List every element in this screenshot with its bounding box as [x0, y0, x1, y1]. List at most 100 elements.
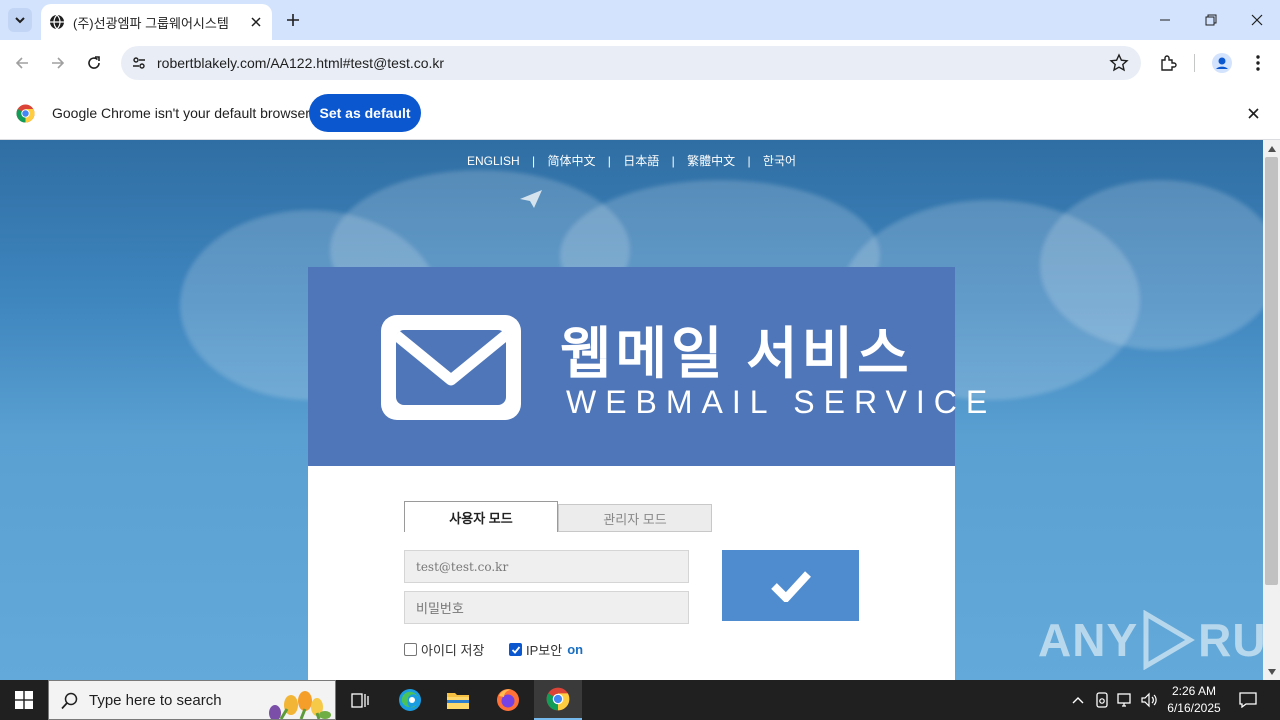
scrollbar-thumb[interactable]: [1265, 157, 1278, 585]
reload-button[interactable]: [80, 49, 108, 77]
chevron-down-icon: [15, 17, 25, 24]
taskbar-search-box[interactable]: Type here to search: [48, 680, 336, 720]
restore-button[interactable]: [1188, 0, 1234, 40]
infobar-message: Google Chrome isn't your default browser: [52, 105, 310, 121]
forward-button[interactable]: [44, 49, 72, 77]
task-view-icon: [351, 693, 369, 708]
minimize-button[interactable]: [1142, 0, 1188, 40]
brand-title-korean: 웹메일 서비스: [560, 322, 913, 385]
taskbar-file-explorer[interactable]: [434, 680, 482, 720]
checkmark-icon: [770, 570, 811, 602]
watermark-text-left: ANY: [1038, 614, 1139, 666]
lang-english[interactable]: ENGLISH: [467, 154, 520, 168]
windows-logo-icon: [15, 691, 33, 709]
tray-device-icon[interactable]: [1092, 690, 1112, 710]
new-tab-button[interactable]: [281, 8, 305, 32]
lang-separator: |: [607, 154, 611, 168]
reload-icon: [88, 56, 100, 69]
notification-icon: [1239, 692, 1257, 708]
ip-security-state[interactable]: on: [567, 642, 583, 657]
folder-icon: [447, 693, 469, 709]
paper-plane-icon: [520, 190, 542, 208]
url-text: robertblakely.com/AA122.html#test@test.c…: [157, 55, 445, 71]
scroll-down-arrow[interactable]: [1263, 663, 1280, 680]
close-icon: [1251, 14, 1263, 26]
default-browser-infobar: Google Chrome isn't your default browser…: [0, 86, 1280, 140]
system-clock[interactable]: 2:26 AM 6/16/2025: [1158, 683, 1230, 717]
tab-admin-mode[interactable]: 관리자 모드: [558, 504, 712, 532]
puzzle-icon: [1161, 55, 1177, 71]
plus-icon: [287, 14, 299, 26]
arrow-left-icon: [15, 57, 28, 69]
start-button[interactable]: [0, 680, 48, 720]
clock-time: 2:26 AM: [1171, 684, 1217, 698]
tab-strip: (주)선광엠파 그룹웨어시스템: [0, 0, 1280, 40]
search-icon: [61, 692, 78, 710]
caret-down-icon: [1267, 668, 1276, 675]
windows-taskbar: Type here to search 2:26 AM 6/16/2025: [0, 680, 1280, 720]
play-icon: [1143, 610, 1196, 670]
password-input[interactable]: 비밀번호: [404, 591, 689, 624]
tab-search-button[interactable]: [8, 8, 32, 32]
chrome-logo-icon: [16, 104, 35, 123]
close-window-button[interactable]: [1234, 0, 1280, 40]
anyrun-watermark: ANY RUN: [1038, 610, 1263, 670]
tab-close-icon[interactable]: [246, 12, 266, 32]
toolbar-divider: [1194, 54, 1195, 72]
page-scrollbar[interactable]: [1263, 140, 1280, 680]
envelope-icon: [381, 315, 521, 420]
task-view-button[interactable]: [336, 680, 384, 720]
address-bar[interactable]: robertblakely.com/AA122.html#test@test.c…: [121, 46, 1141, 80]
watermark-text-right: RUN: [1198, 614, 1263, 666]
lang-korean[interactable]: 한국어: [763, 152, 796, 169]
login-submit-button[interactable]: [722, 550, 859, 621]
tab-title: (주)선광엠파 그룹웨어시스템: [73, 15, 229, 31]
taskbar-firefox[interactable]: [484, 680, 532, 720]
infobar-close-icon[interactable]: [1243, 103, 1263, 123]
clock-date: 6/16/2025: [1167, 701, 1221, 715]
arrow-right-icon: [52, 57, 65, 69]
ip-security-checkbox[interactable]: [509, 643, 522, 656]
brand-title-english: WEBMAIL SERVICE: [566, 384, 997, 420]
lang-traditional-chinese[interactable]: 繁體中文: [687, 152, 735, 169]
scroll-up-arrow[interactable]: [1263, 140, 1280, 157]
flowers-decoration-icon: [269, 691, 331, 719]
ip-security-option: IP보안 on: [509, 640, 583, 659]
save-id-checkbox[interactable]: [404, 643, 417, 656]
kebab-menu-icon: [1256, 55, 1260, 71]
browser-toolbar: robertblakely.com/AA122.html#test@test.c…: [0, 40, 1280, 86]
lang-simplified-chinese[interactable]: 简体中文: [547, 152, 595, 169]
site-info-icon[interactable]: [127, 51, 151, 75]
lang-separator: |: [671, 154, 675, 168]
lang-separator: |: [747, 154, 751, 168]
back-button[interactable]: [8, 49, 36, 77]
caret-up-icon: [1267, 145, 1276, 152]
save-id-option: 아이디 저장: [404, 640, 484, 659]
chevron-up-icon: [1072, 697, 1084, 704]
globe-icon: [50, 14, 64, 30]
chrome-icon: [546, 687, 570, 711]
network-icon[interactable]: [1116, 690, 1136, 710]
extensions-button[interactable]: [1154, 49, 1182, 77]
ip-security-label: IP보안: [526, 643, 563, 658]
set-as-default-button[interactable]: Set as default: [309, 94, 421, 132]
tray-overflow-button[interactable]: [1068, 690, 1088, 710]
bookmark-star-icon[interactable]: [1109, 53, 1129, 73]
profile-icon: [1212, 53, 1232, 73]
tab-user-mode[interactable]: 사용자 모드: [404, 501, 558, 532]
minimize-icon: [1160, 19, 1170, 21]
notification-center-button[interactable]: [1236, 688, 1260, 712]
login-form: 사용자 모드 관리자 모드 test@test.co.kr 비밀번호 아이디 저…: [308, 466, 955, 680]
menu-button[interactable]: [1244, 49, 1272, 77]
taskbar-edge[interactable]: [386, 680, 434, 720]
background-cloud: [1040, 180, 1263, 350]
user-id-input[interactable]: test@test.co.kr: [404, 550, 689, 583]
profile-button[interactable]: [1208, 49, 1236, 77]
check-icon: [511, 645, 520, 654]
volume-icon[interactable]: [1140, 690, 1160, 710]
browser-tab[interactable]: (주)선광엠파 그룹웨어시스템: [41, 4, 272, 40]
taskbar-chrome[interactable]: [534, 680, 582, 720]
edge-icon: [399, 689, 421, 711]
save-id-label: 아이디 저장: [421, 643, 485, 658]
lang-japanese[interactable]: 日本語: [623, 152, 659, 169]
